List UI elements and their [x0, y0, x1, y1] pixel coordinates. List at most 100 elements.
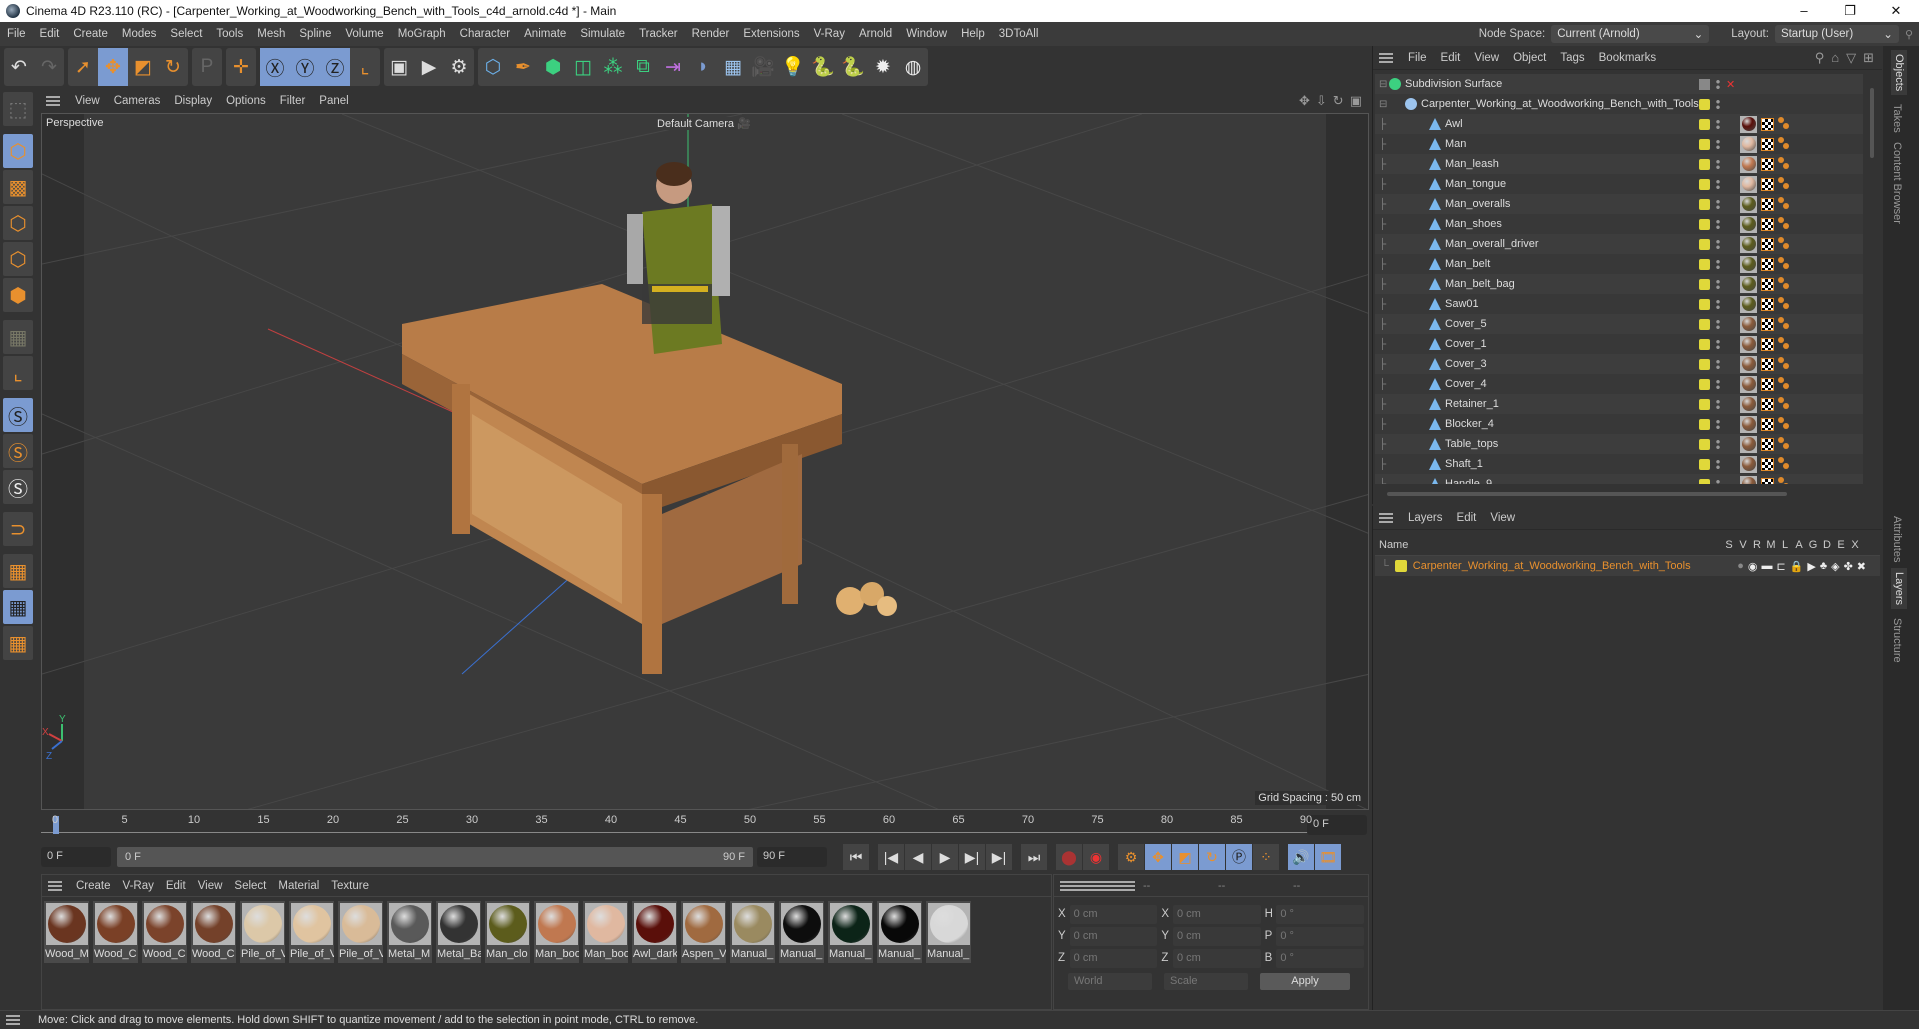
- polygon-mode-button[interactable]: ⬢: [3, 278, 33, 312]
- phong-tag-icon[interactable]: [1778, 137, 1790, 151]
- object-menu-file[interactable]: File: [1401, 52, 1434, 64]
- material-tag-icon[interactable]: [1740, 215, 1757, 233]
- menu-file[interactable]: File: [0, 28, 33, 40]
- material-tag-icon[interactable]: [1740, 435, 1757, 453]
- layer-color-icon[interactable]: [1699, 178, 1710, 190]
- rotate-button[interactable]: ↻: [158, 48, 188, 86]
- uvw-tag-icon[interactable]: [1761, 257, 1774, 271]
- python-button-2[interactable]: 🐍: [838, 48, 868, 86]
- object-row[interactable]: ├ Blocker_4: [1375, 414, 1863, 434]
- phong-tag-icon[interactable]: [1778, 477, 1790, 484]
- uvw-tag-icon[interactable]: [1761, 417, 1774, 431]
- layer-color-icon[interactable]: [1699, 118, 1710, 130]
- material-swatch[interactable]: Pile_of_V: [289, 901, 334, 963]
- close-button[interactable]: ✕: [1873, 3, 1919, 19]
- object-row[interactable]: ├ Handle_9: [1375, 474, 1863, 484]
- toggle-layout-icon[interactable]: ▣: [1350, 93, 1362, 109]
- visibility-dots-icon[interactable]: [1716, 378, 1720, 390]
- texture-mode-button[interactable]: ▩: [3, 170, 33, 204]
- scroll-thumb[interactable]: [1387, 492, 1787, 496]
- object-row[interactable]: ├ Man_overalls: [1375, 194, 1863, 214]
- layer-color-icon[interactable]: [1699, 198, 1710, 210]
- material-tag-icon[interactable]: [1740, 295, 1757, 313]
- uvw-tag-icon[interactable]: [1761, 377, 1774, 391]
- uvw-tag-icon[interactable]: [1761, 437, 1774, 451]
- timeline-ruler[interactable]: 0 F 0 5 10 15 20 25 30 35 40 45 50 55 60 65 70 75 80 85 90: [41, 812, 1369, 840]
- edit-toggle-icon[interactable]: [1699, 78, 1710, 90]
- extrude-button[interactable]: ◫: [568, 48, 598, 86]
- menu-tools[interactable]: Tools: [209, 28, 250, 40]
- key-scale-icon[interactable]: ◩: [1172, 844, 1198, 870]
- uvw-tag-icon[interactable]: [1761, 237, 1774, 251]
- menu-animate[interactable]: Animate: [517, 28, 573, 40]
- next-frame-button[interactable]: ▶|: [959, 844, 985, 870]
- menu-window[interactable]: Window: [899, 28, 954, 40]
- phong-tag-icon[interactable]: [1778, 357, 1790, 371]
- node-space-dropdown[interactable]: Current (Arnold) ⌄: [1551, 25, 1710, 43]
- workplane-rotate-button[interactable]: ▦: [3, 626, 33, 660]
- object-row[interactable]: ├ Man_belt_bag: [1375, 274, 1863, 294]
- object-row[interactable]: ├ Man_overall_driver: [1375, 234, 1863, 254]
- record-keys-button[interactable]: ⬤: [1056, 844, 1082, 870]
- menu-create[interactable]: Create: [66, 28, 115, 40]
- layer-color-icon[interactable]: [1699, 398, 1710, 410]
- visibility-dots-icon[interactable]: [1716, 478, 1720, 484]
- menu-tracker[interactable]: Tracker: [632, 28, 685, 40]
- search-icon[interactable]: ⚲: [1815, 50, 1825, 66]
- play-button[interactable]: ▶: [932, 844, 958, 870]
- material-swatch[interactable]: Man_clo: [485, 901, 530, 963]
- layer-menu-layers[interactable]: Layers: [1401, 512, 1450, 524]
- layer-color-icon[interactable]: [1699, 138, 1710, 150]
- object-list-vertical-scrollbar[interactable]: [1865, 74, 1879, 484]
- visibility-dots-icon[interactable]: [1716, 418, 1720, 430]
- menu-extensions[interactable]: Extensions: [736, 28, 806, 40]
- key-position-icon[interactable]: ✥: [1145, 844, 1171, 870]
- menu-character[interactable]: Character: [453, 28, 518, 40]
- timeline-window-icon[interactable]: 🎞: [1315, 844, 1341, 870]
- visibility-dots-icon[interactable]: [1716, 318, 1720, 330]
- object-row[interactable]: ⊟ Carpenter_Working_at_Woodworking_Bench_…: [1375, 94, 1863, 114]
- uvw-tag-icon[interactable]: [1761, 277, 1774, 291]
- active-camera-label[interactable]: Default Camera 🎥: [654, 117, 754, 130]
- object-row[interactable]: ├ Table_tops: [1375, 434, 1863, 454]
- pan-view-icon[interactable]: ✥: [1299, 93, 1310, 109]
- scroll-thumb[interactable]: [1870, 88, 1874, 158]
- autokey-button[interactable]: ◉: [1083, 844, 1109, 870]
- material-tag-icon[interactable]: [1740, 115, 1757, 133]
- end-frame-field[interactable]: 90 F: [757, 847, 827, 867]
- menu-v-ray[interactable]: V-Ray: [807, 28, 852, 40]
- material-swatch[interactable]: Wood_C: [142, 901, 187, 963]
- visibility-dots-icon[interactable]: [1716, 218, 1720, 230]
- rotation-b-field[interactable]: 0 °: [1276, 948, 1364, 968]
- dolly-view-icon[interactable]: ⇩: [1316, 93, 1327, 109]
- material-tag-icon[interactable]: [1740, 315, 1757, 333]
- generators-icon[interactable]: ♣: [1820, 560, 1827, 573]
- hamburger-menu-icon[interactable]: [1379, 52, 1393, 63]
- phong-tag-icon[interactable]: [1778, 317, 1790, 331]
- hamburger-menu-icon[interactable]: [48, 880, 62, 891]
- world-axis-button[interactable]: ✛: [226, 48, 256, 86]
- material-swatch[interactable]: Manual_: [730, 901, 775, 963]
- hamburger-menu-icon[interactable]: [46, 96, 60, 106]
- view-menu-cameras[interactable]: Cameras: [107, 95, 168, 107]
- go-to-end-button[interactable]: ⏭: [1021, 844, 1047, 870]
- mograph-button[interactable]: ⧉: [628, 48, 658, 86]
- lock-icon[interactable]: 🔒: [1790, 560, 1804, 573]
- visibility-dots-icon[interactable]: [1716, 278, 1720, 290]
- uvw-tag-icon[interactable]: [1761, 397, 1774, 411]
- menu-help[interactable]: Help: [954, 28, 992, 40]
- view-menu-panel[interactable]: Panel: [312, 95, 355, 107]
- render-icon[interactable]: ▬: [1761, 560, 1772, 573]
- material-tag-icon[interactable]: [1740, 455, 1757, 473]
- disabled-x-icon[interactable]: ✕: [1726, 78, 1735, 91]
- layer-color-icon[interactable]: [1699, 218, 1710, 230]
- layer-color-icon[interactable]: [1699, 338, 1710, 350]
- menu-edit[interactable]: Edit: [33, 28, 67, 40]
- size-y-field[interactable]: 0 cm: [1172, 926, 1261, 946]
- manager-icon[interactable]: ⊏: [1776, 560, 1785, 573]
- uvw-tag-icon[interactable]: [1761, 337, 1774, 351]
- phong-tag-icon[interactable]: [1778, 177, 1790, 191]
- material-tag-icon[interactable]: [1740, 395, 1757, 413]
- object-row[interactable]: ├ Man_leash: [1375, 154, 1863, 174]
- new-view-icon[interactable]: ⊞: [1863, 50, 1874, 66]
